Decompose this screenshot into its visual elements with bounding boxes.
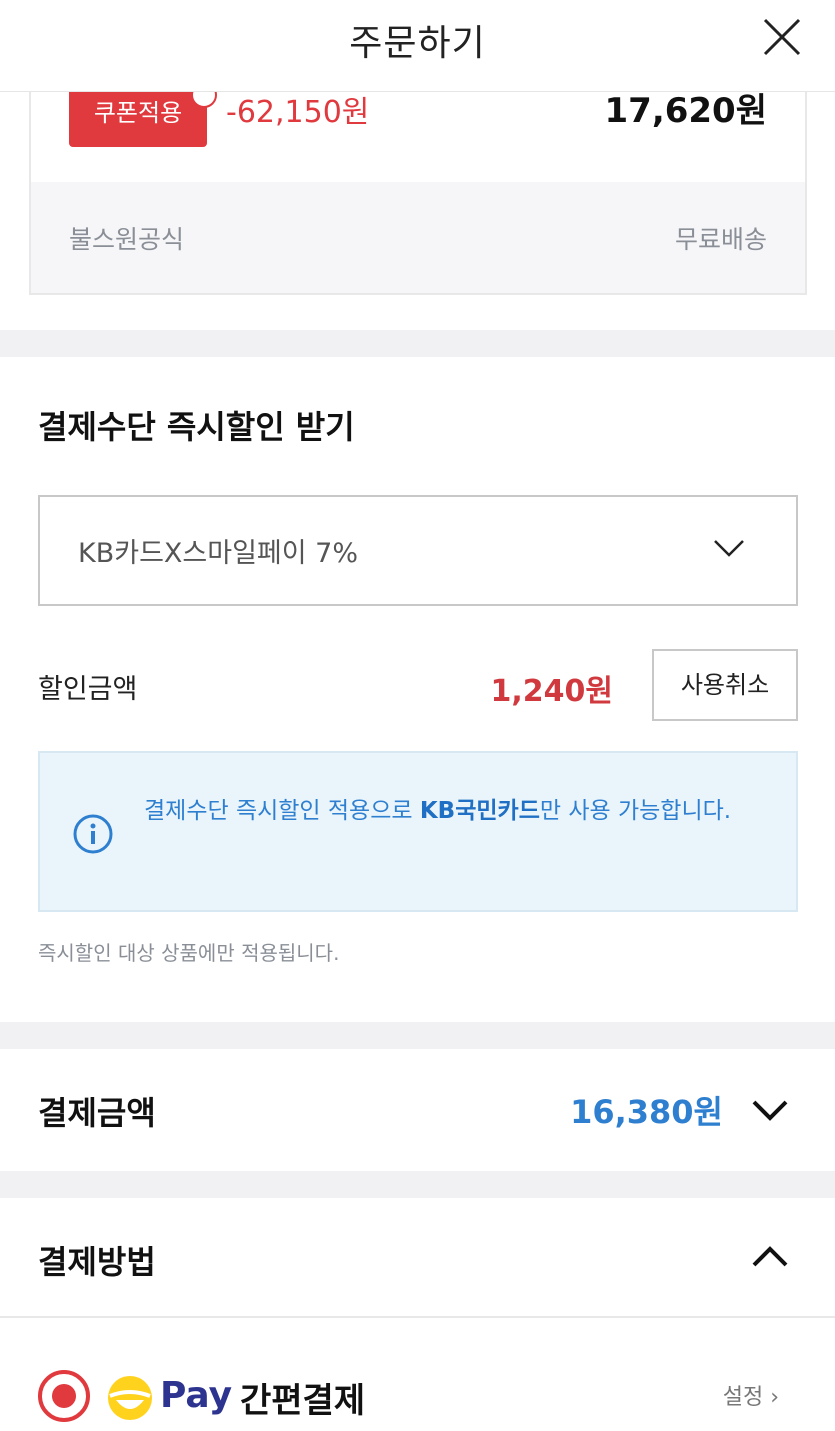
- info-icon: [73, 814, 113, 854]
- seller-name: 불스원공식: [69, 225, 185, 254]
- smile-pay-logo-icon: [108, 1376, 152, 1420]
- chevron-down-icon: [714, 540, 744, 557]
- card-discount-select[interactable]: KB카드X스마일페이 7%: [38, 495, 798, 606]
- instant-discount-title: 결제수단 즉시할인 받기: [38, 408, 355, 446]
- section-divider: [0, 1171, 835, 1198]
- shipping-info: 무료배송: [674, 225, 767, 254]
- coupon-discount: -62,150원: [226, 95, 370, 130]
- cancel-discount-button[interactable]: 사용취소: [652, 649, 798, 721]
- pay-logo-text: Pay: [160, 1375, 233, 1416]
- chevron-down-icon: [752, 1100, 788, 1121]
- product-summary: 쿠폰적용 -62,150원 17,620원 불스원공식 무료배송: [29, 82, 807, 295]
- header: 주문하기: [0, 0, 835, 92]
- page-title: 주문하기: [349, 23, 486, 64]
- easy-pay-label: 간편결제: [240, 1381, 366, 1421]
- radio-selected-dot: [52, 1384, 76, 1408]
- discount-label: 할인금액: [38, 674, 138, 705]
- payment-total-label: 결제금액: [38, 1094, 156, 1132]
- settings-link[interactable]: 설정 ›: [723, 1379, 779, 1411]
- product-footer: 불스원공식 무료배송: [31, 182, 805, 293]
- payment-method-title: 결제방법: [38, 1243, 156, 1281]
- card-name-highlight: KB국민카드: [419, 798, 540, 824]
- info-notice: 결제수단 즉시할인 적용으로 KB국민카드만 사용 가능합니다.: [38, 751, 798, 912]
- coupon-badge: 쿠폰적용: [69, 92, 207, 147]
- section-divider: [0, 1022, 835, 1049]
- section-divider: [0, 330, 835, 357]
- chevron-up-icon: [752, 1246, 788, 1267]
- close-button[interactable]: [759, 14, 805, 60]
- product-price: 17,620원: [604, 91, 767, 131]
- easy-pay-radio[interactable]: [38, 1370, 90, 1422]
- info-text: 결제수단 즉시할인 적용으로 KB국민카드만 사용 가능합니다.: [144, 798, 732, 824]
- card-select-value: KB카드X스마일페이 7%: [78, 538, 359, 569]
- discount-amount: 1,240원: [490, 674, 614, 709]
- divider: [0, 1316, 835, 1318]
- discount-note: 즉시할인 대상 상품에만 적용됩니다.: [38, 941, 340, 965]
- payment-total-amount: 16,380원: [570, 1093, 723, 1131]
- close-icon: [763, 18, 801, 56]
